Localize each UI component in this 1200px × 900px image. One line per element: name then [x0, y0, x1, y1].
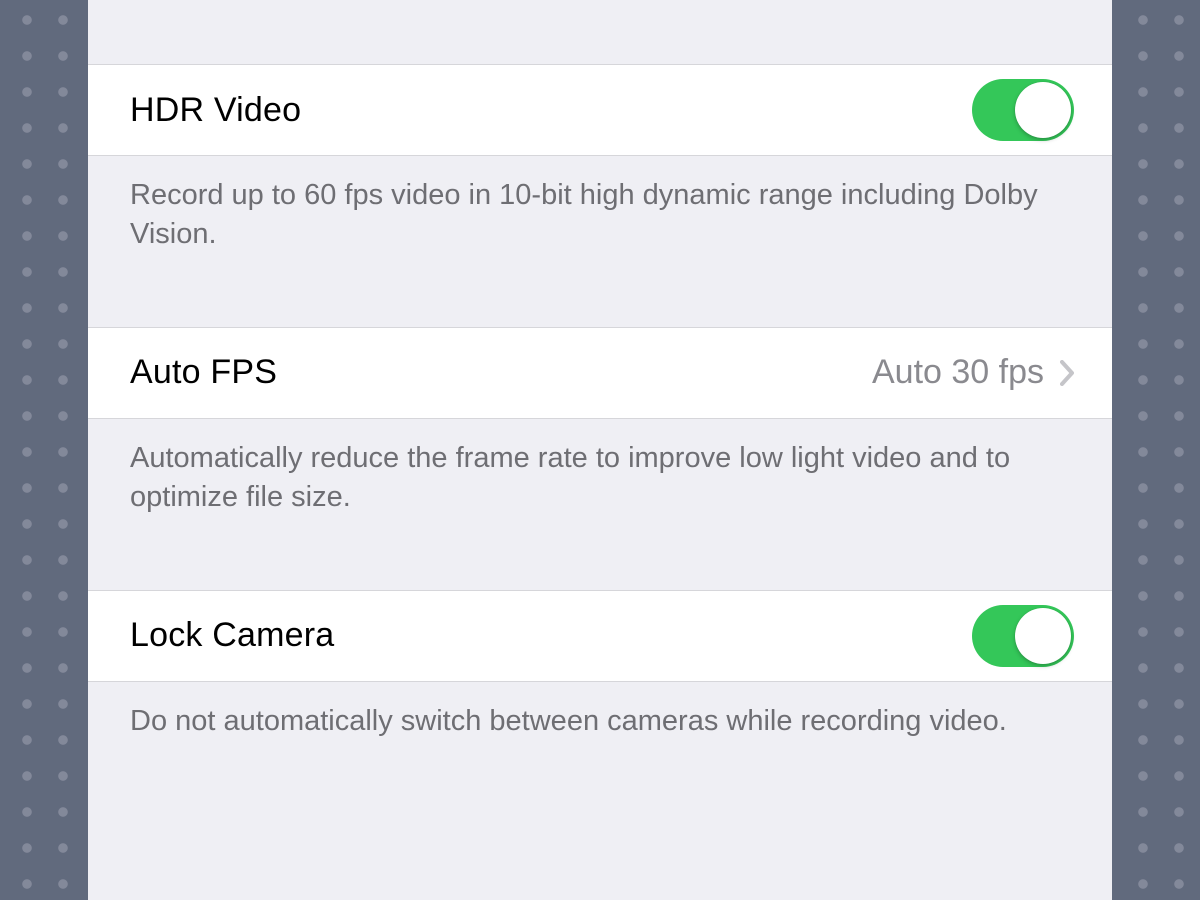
hdr-video-label: HDR Video — [130, 91, 301, 130]
auto-fps-label: Auto FPS — [130, 353, 277, 392]
toggle-knob — [1015, 82, 1071, 138]
lock-camera-description: Do not automatically switch between came… — [88, 682, 1112, 765]
auto-fps-description: Automatically reduce the frame rate to i… — [88, 419, 1112, 542]
toggle-knob — [1015, 608, 1071, 664]
auto-fps-detail: Auto 30 fps — [872, 353, 1074, 392]
chevron-right-icon — [1060, 360, 1074, 386]
lock-camera-label: Lock Camera — [130, 616, 334, 655]
lock-camera-row[interactable]: Lock Camera — [88, 590, 1112, 682]
auto-fps-value: Auto 30 fps — [872, 353, 1044, 392]
lock-camera-toggle[interactable] — [972, 605, 1074, 667]
hdr-video-row[interactable]: HDR Video — [88, 64, 1112, 156]
section-gap — [88, 279, 1112, 327]
section-gap — [88, 542, 1112, 590]
hdr-video-toggle[interactable] — [972, 79, 1074, 141]
section-gap — [88, 0, 1112, 64]
auto-fps-row[interactable]: Auto FPS Auto 30 fps — [88, 327, 1112, 419]
settings-panel: HDR Video Record up to 60 fps video in 1… — [88, 0, 1112, 900]
hdr-video-description: Record up to 60 fps video in 10-bit high… — [88, 156, 1112, 279]
